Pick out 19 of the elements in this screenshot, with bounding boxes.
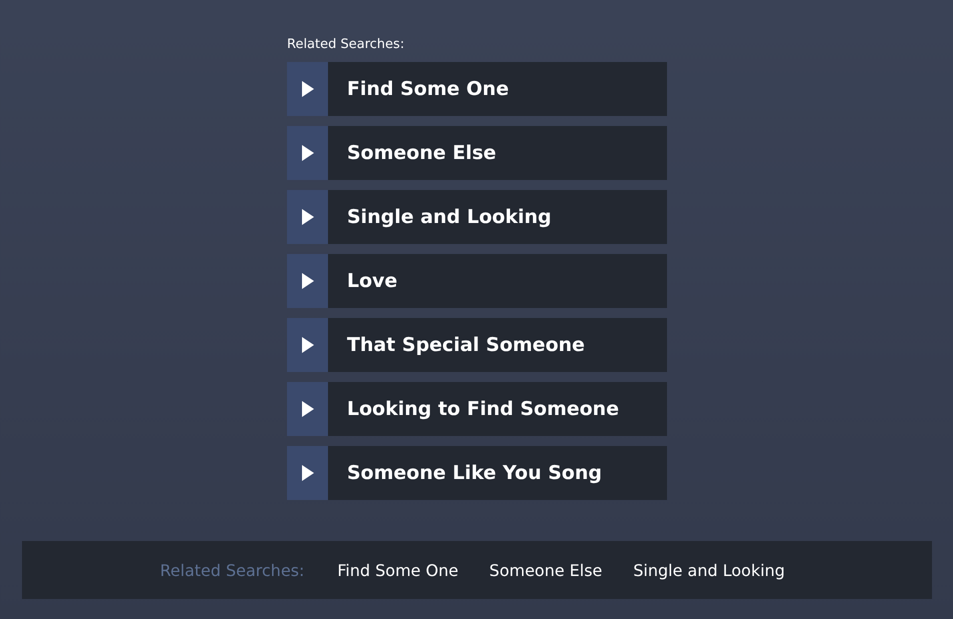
search-link[interactable]: That Special Someone	[287, 318, 667, 372]
search-link[interactable]: Looking to Find Someone	[287, 382, 667, 436]
footer-label: Related Searches:	[160, 560, 304, 580]
search-link[interactable]: Love	[287, 254, 667, 308]
section-heading: Related Searches:	[287, 37, 406, 54]
search-link[interactable]: Someone Like You Song	[287, 446, 667, 500]
search-link[interactable]: Someone Else	[287, 126, 667, 180]
play-icon	[287, 254, 328, 308]
footer-link[interactable]: Single and Looking	[633, 560, 785, 580]
play-icon	[287, 446, 328, 500]
play-icon	[287, 318, 328, 372]
play-icon	[287, 62, 328, 116]
play-icon	[287, 382, 328, 436]
footer-link[interactable]: Someone Else	[489, 560, 602, 580]
play-icon	[287, 190, 328, 244]
footer-link[interactable]: Find Some One	[337, 560, 458, 580]
play-icon	[287, 126, 328, 180]
search-link[interactable]: Find Some One	[287, 62, 667, 116]
search-link[interactable]: Single and Looking	[287, 190, 667, 244]
